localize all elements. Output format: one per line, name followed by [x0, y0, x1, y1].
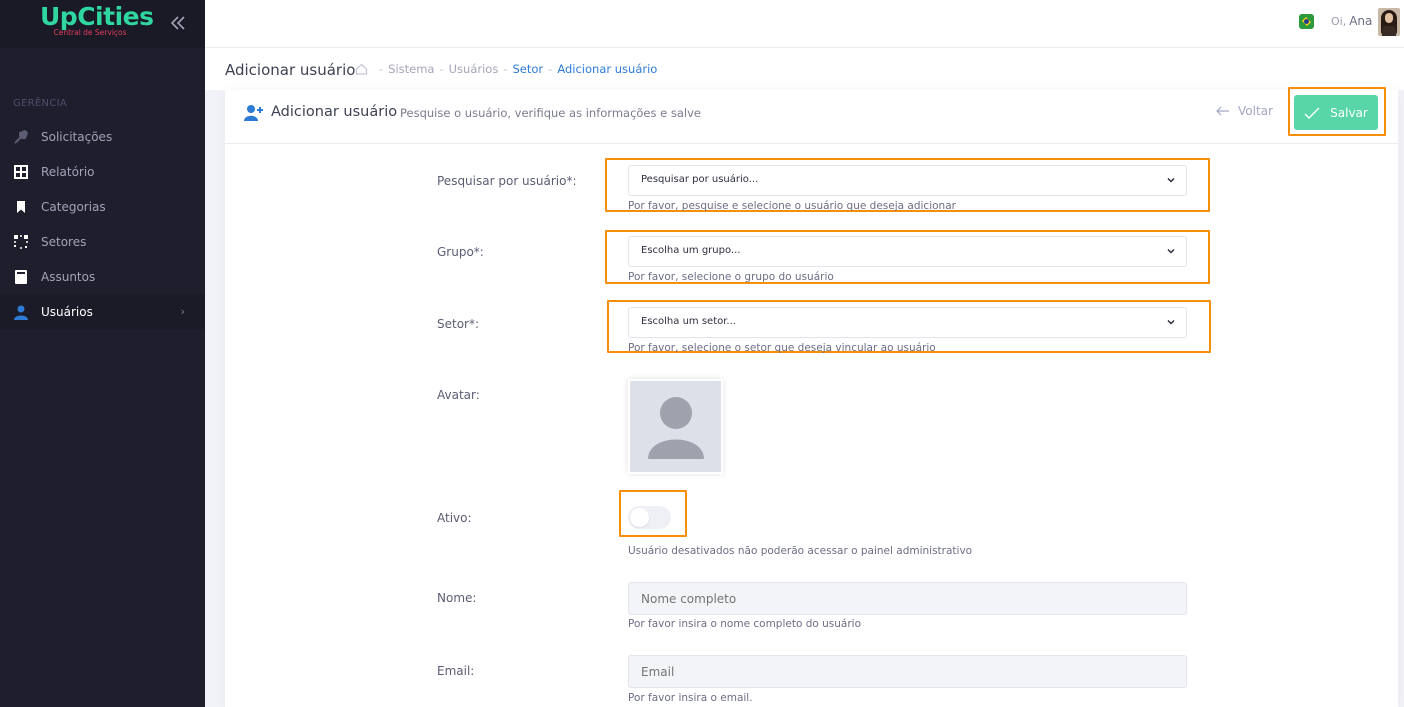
- default-avatar-icon: [648, 397, 704, 459]
- form-title: Adicionar usuário: [271, 104, 398, 120]
- sidebar-item-label: Usuários: [41, 304, 93, 319]
- save-label: Salvar: [1330, 105, 1368, 120]
- back-label: Voltar: [1238, 104, 1273, 118]
- user-name: Ana: [1349, 14, 1373, 28]
- greeting-text: Oi,: [1331, 15, 1347, 28]
- menu-section-title: GERÊNCIA: [13, 98, 67, 109]
- email-label: Email:: [437, 664, 475, 678]
- search-user-label: Pesquisar por usuário*:: [437, 174, 577, 188]
- bookmark-icon: [12, 198, 29, 215]
- search-user-help: Por favor, pesquise e selecione o usuári…: [628, 200, 956, 212]
- breadcrumb-sistema[interactable]: Sistema: [388, 62, 434, 76]
- sidebar: UpCities Central de Serviços GERÊNCIA So…: [0, 0, 205, 707]
- active-toggle[interactable]: [628, 506, 671, 529]
- home-icon[interactable]: [355, 63, 368, 75]
- portlet-header: Adicionar usuário Pesquise o usuário, ve…: [225, 90, 1398, 144]
- add-user-icon: [244, 104, 264, 122]
- sidebar-item-label: Solicitações: [41, 129, 113, 144]
- document-icon: [12, 268, 29, 285]
- name-field[interactable]: [628, 582, 1187, 615]
- sidebar-item-label: Categorias: [41, 199, 106, 214]
- user-greeting[interactable]: Oi, Ana: [1331, 14, 1372, 28]
- collapse-sidebar-icon[interactable]: [167, 12, 189, 34]
- app-logo[interactable]: UpCities Central de Serviços: [40, 2, 154, 38]
- chevron-right-icon: ›: [180, 305, 185, 318]
- subheader: Adicionar usuário - Sistema - Usuários -…: [205, 48, 1404, 90]
- sidebar-item-label: Assuntos: [41, 269, 96, 284]
- sector-value: Escolha um setor...: [641, 316, 736, 327]
- sector-label: Setor*:: [437, 317, 480, 331]
- chevron-down-icon: [1167, 319, 1175, 325]
- breadcrumb-current[interactable]: Adicionar usuário: [557, 62, 657, 76]
- avatar-upload[interactable]: [628, 379, 723, 474]
- sidebar-item-assuntos[interactable]: Assuntos: [0, 259, 205, 294]
- avatar-label: Avatar:: [437, 388, 480, 402]
- brazil-flag-icon[interactable]: [1299, 14, 1314, 29]
- chevron-down-icon: [1167, 177, 1175, 183]
- logo-text: UpCities: [40, 2, 154, 31]
- user-avatar[interactable]: [1378, 8, 1400, 36]
- dotted-square-icon: [12, 233, 29, 250]
- sector-select[interactable]: Escolha um setor...: [628, 307, 1187, 338]
- sidebar-item-label: Relatório: [41, 164, 95, 179]
- sector-help: Por favor, selecione o setor que deseja …: [628, 342, 936, 354]
- wrench-icon: [12, 128, 29, 145]
- active-label: Ativo:: [437, 511, 472, 525]
- breadcrumb-setor[interactable]: Setor: [513, 62, 544, 76]
- group-label: Grupo*:: [437, 245, 484, 259]
- check-icon: [1304, 107, 1320, 119]
- chevron-down-icon: [1167, 248, 1175, 254]
- sidebar-item-label: Setores: [41, 234, 87, 249]
- group-select[interactable]: Escolha um grupo...: [628, 236, 1187, 267]
- sidebar-item-usuarios[interactable]: Usuários ›: [0, 294, 205, 329]
- name-label: Nome:: [437, 591, 477, 605]
- form-description: Pesquise o usuário, verifique as informa…: [400, 106, 702, 120]
- arrow-left-icon: [1216, 106, 1229, 116]
- search-user-select[interactable]: Pesquisar por usuário...: [628, 165, 1187, 196]
- group-help: Por favor, selecione o grupo do usuário: [628, 271, 834, 283]
- sidebar-item-relatorio[interactable]: Relatório: [0, 154, 205, 189]
- search-user-value: Pesquisar por usuário...: [641, 174, 759, 185]
- active-help: Usuário desativados não poderão acessar …: [628, 545, 973, 557]
- group-value: Escolha um grupo...: [641, 245, 741, 256]
- brand-bar: UpCities Central de Serviços: [0, 0, 205, 48]
- logo-tagline: Central de Serviços: [53, 28, 127, 37]
- sidebar-item-setores[interactable]: Setores: [0, 224, 205, 259]
- sidebar-item-categorias[interactable]: Categorias: [0, 189, 205, 224]
- back-button[interactable]: Voltar: [1216, 104, 1273, 118]
- top-header: Oi, Ana: [205, 0, 1404, 48]
- email-help: Por favor insira o email.: [628, 692, 753, 704]
- page-title: Adicionar usuário: [225, 61, 356, 79]
- grid-icon: [12, 163, 29, 180]
- save-button[interactable]: Salvar: [1294, 95, 1378, 130]
- name-help: Por favor insira o nome completo do usuá…: [628, 618, 862, 630]
- breadcrumb: - Sistema - Usuários - Setor - Adicionar…: [355, 62, 657, 76]
- user-icon: [12, 303, 29, 320]
- sidebar-menu: Solicitações Relatório Categorias Setore…: [0, 119, 205, 329]
- breadcrumb-usuarios[interactable]: Usuários: [449, 62, 499, 76]
- sidebar-item-solicitacoes[interactable]: Solicitações: [0, 119, 205, 154]
- email-field[interactable]: [628, 655, 1187, 688]
